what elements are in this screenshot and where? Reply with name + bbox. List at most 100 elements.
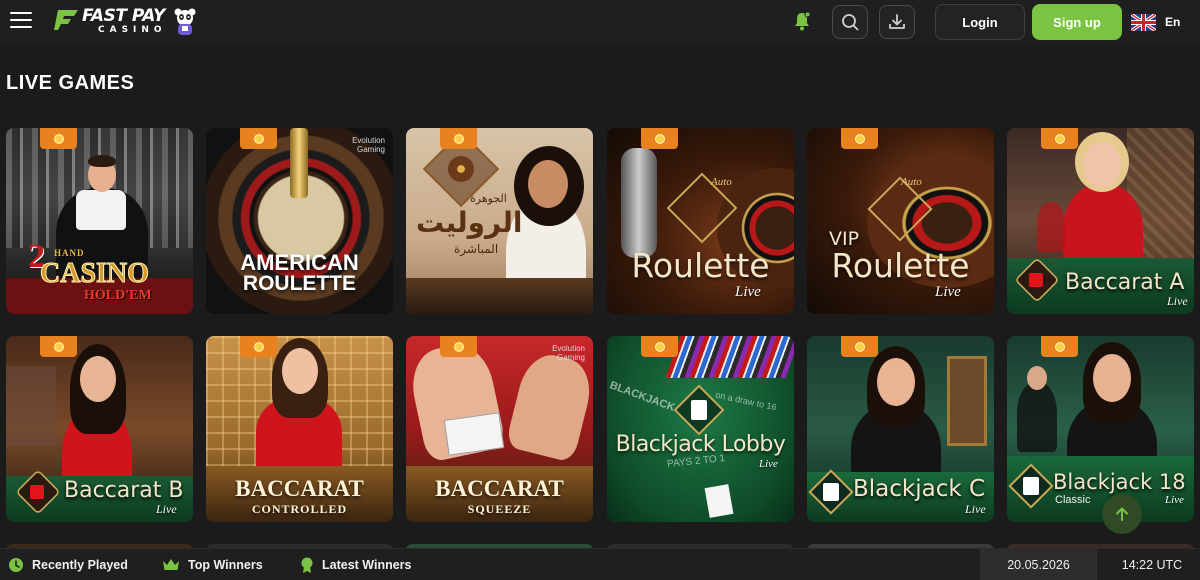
coin-icon [854,341,865,352]
dealer-head [282,348,318,394]
latest-winners-label: Latest Winners [322,558,412,572]
tile-title-line: Blackjack C [853,476,986,502]
recently-played-label: Recently Played [32,558,128,572]
game-tile[interactable]: Evolution Gaming BACCARAT SQUEEZE [406,336,593,522]
recently-played-tab[interactable]: Recently Played [8,549,128,580]
dealer-shirt [76,190,126,230]
game-tile[interactable]: الجوهرة الروليت المباشرة [406,128,593,314]
coin-icon [453,133,464,144]
live-badge [841,336,878,357]
tile-title-line: CASINO [40,258,150,290]
hand-right [504,349,593,463]
provider-label: Evolution Gaming [352,136,385,154]
dealer-hair [88,155,116,167]
coin-icon [53,133,64,144]
roulette-emblem-icon [448,156,474,182]
game-tile[interactable]: Auto Roulette Live [607,128,794,314]
game-tile[interactable]: BACCARAT CONTROLLED [206,336,393,522]
dealer-head [1083,142,1121,188]
tile-subtitle: Live [735,284,761,300]
tile-title-line: BACCARAT [235,476,364,501]
tile-title-line: Roulette [631,246,770,285]
clock-icon [9,558,23,572]
live-badge [841,128,878,149]
tile-title-line: Blackjack Lobby [615,432,786,457]
tile-title-line: ROULETTE [242,272,357,295]
background-head [1027,366,1047,390]
search-button[interactable] [832,5,868,39]
tile-title-line: Blackjack 18 [1053,470,1186,494]
live-badge [40,336,77,357]
live-badge [440,128,477,149]
game-tile[interactable]: Evolution Gaming AMERICAN ROULETTE [206,128,393,314]
logo-text-top: FAST PAY [82,6,165,26]
chip-tray [665,336,794,378]
notification-bell-icon[interactable] [793,11,811,31]
table-edge [406,278,593,314]
auto-tag: Auto [901,176,922,188]
tile-title-line: BACCARAT [435,476,564,501]
bottom-bar: Recently Played Top Winners Latest Winne… [0,548,1200,580]
download-icon [889,14,905,29]
coin-icon [654,341,665,352]
coin-icon [1054,133,1065,144]
tile-title-line: Baccarat B [64,478,184,503]
tile-subtitle: Live [965,502,986,516]
card-icon [1029,273,1043,287]
game-tile[interactable]: Blackjack 18 Classic Live [1007,336,1194,522]
download-button[interactable] [879,5,915,39]
game-tile[interactable]: Baccarat B Live [6,336,193,522]
signup-button[interactable]: Sign up [1032,4,1122,40]
login-button[interactable]: Login [935,4,1025,40]
latest-winners-tab[interactable]: Latest Winners [300,549,412,580]
language-label: En [1165,15,1181,29]
language-selector[interactable]: En [1131,12,1180,32]
tile-subtitle: Live [935,284,961,300]
tile-title-line: الجوهرة [470,192,507,205]
current-time: 14:22 UTC [1121,558,1183,572]
medal-icon [301,557,313,573]
tile-title-hand: HAND [54,248,85,258]
coin-icon [53,341,64,352]
live-badge [240,128,277,149]
page-title: LIVE GAMES [6,72,135,94]
top-winners-label: Top Winners [188,558,263,572]
arrow-up-icon [1116,507,1128,521]
coin-icon [253,341,264,352]
tile-title-line: CONTROLLED [251,502,348,516]
tile-title-line: الروليت [416,206,523,239]
game-tile[interactable]: BLACKJACK PAYS on a draw to 16 PAYS 2 TO… [607,336,794,522]
game-tile[interactable]: Baccarat A Live [1007,128,1194,314]
auto-tag: Auto [711,176,732,188]
top-header: FAST PAY CASINO Login Sign up En [0,0,1200,46]
wheel-spindle [290,128,308,198]
coin-icon [453,341,464,352]
crown-icon [163,559,179,570]
tile-subtitle: Live [156,502,177,516]
game-tile[interactable]: 2 HAND CASINO HOLD'EM [6,128,193,314]
live-badge [40,128,77,149]
tile-title-line: SQUEEZE [467,502,532,516]
menu-icon[interactable] [10,12,32,30]
top-winners-tab[interactable]: Top Winners [162,549,263,580]
tile-title-line: Baccarat A [1065,270,1185,295]
game-tile[interactable]: Blackjack C Live [807,336,994,522]
fastpay-logo[interactable]: FAST PAY CASINO [54,6,199,38]
card-icon [704,484,734,518]
wall-frame [947,356,987,446]
card-icon [1023,477,1039,495]
logo-mark-icon [54,10,78,30]
current-date: 20.05.2026 [980,549,1097,580]
tile-subtitle-classic: Classic [1055,494,1091,506]
live-badge [440,336,477,357]
scroll-to-top-button[interactable] [1102,494,1142,534]
live-badge [1041,128,1078,149]
tile-title-sub: HOLD'EM [84,288,152,303]
coin-icon [253,133,264,144]
background-figure [1037,202,1065,252]
game-tile[interactable]: Auto VIP Roulette Live [807,128,994,314]
coin-icon [1054,341,1065,352]
dealer-head [877,358,915,406]
tile-title-line: المباشرة [454,242,499,256]
panda-mascot-icon [174,8,196,35]
